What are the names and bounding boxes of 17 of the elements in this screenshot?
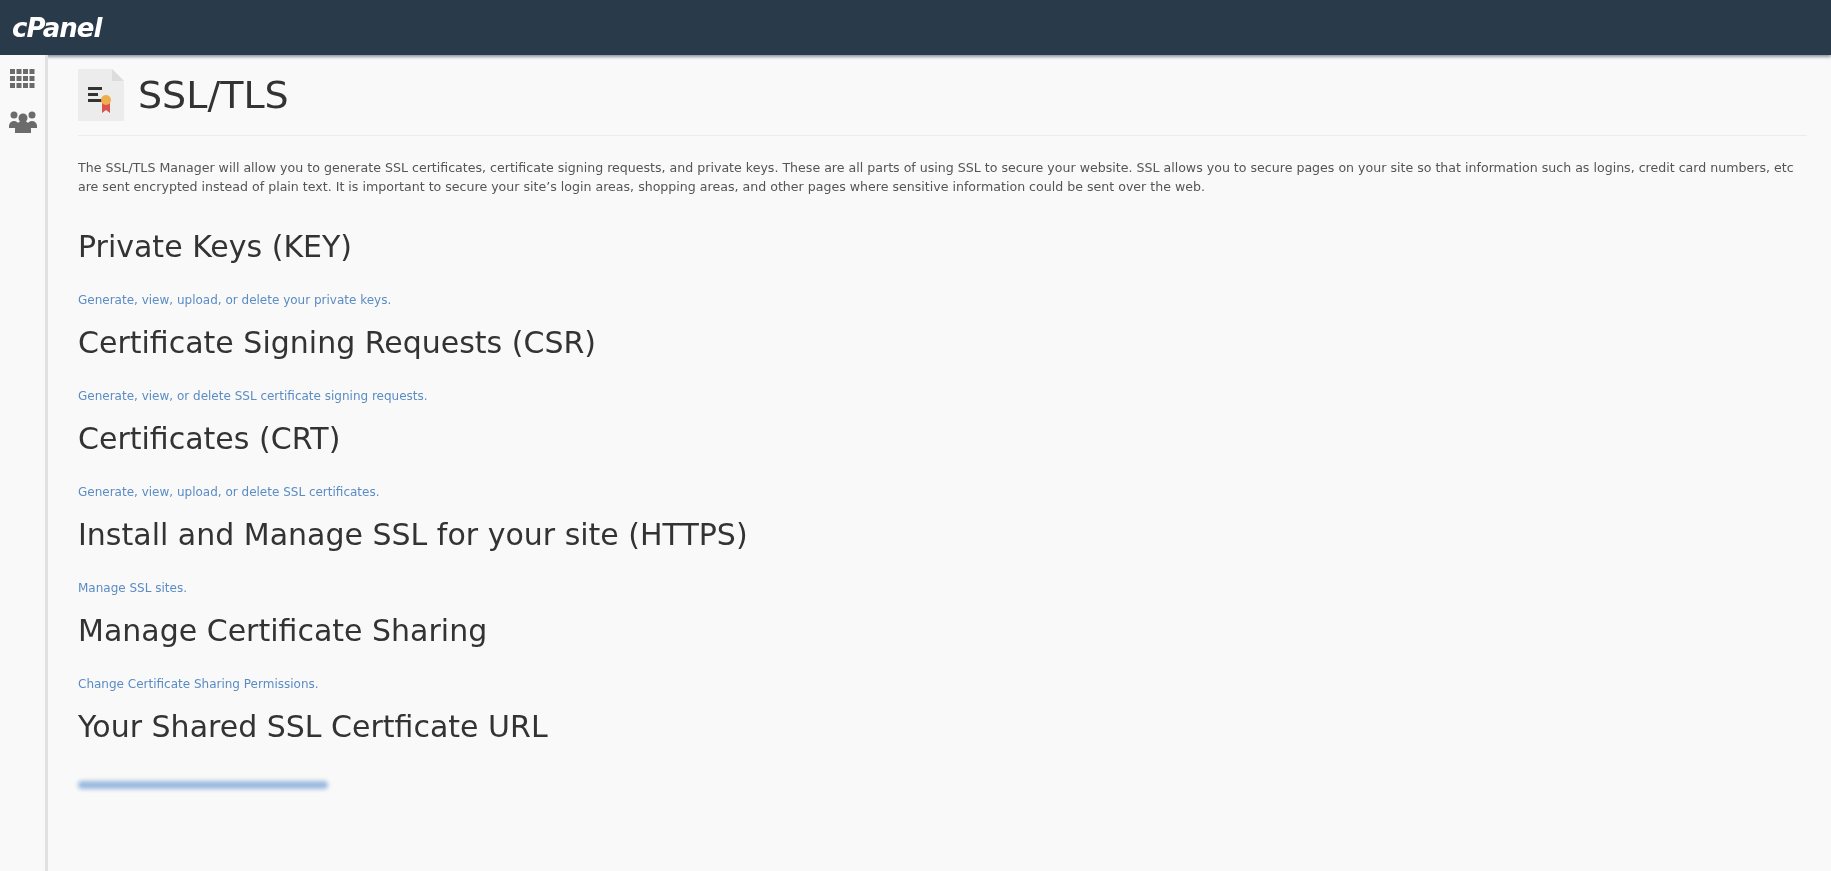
certificate-icon	[78, 69, 124, 121]
description-paragraph: The SSL/TLS Manager will allow you to generate SSL certificates, certificate signing requests, and private keys. These are all parts of using SSL to secure your website. SSL allows you to secure pages on your site so that information such as logins, credit card numbers, etc are sent encrypted instead of plain text. It is important to secure your site’s login areas, shopping areas, and other pages where sensitive information could be sent over the web.	[78, 159, 1795, 196]
section-link[interactable]: Generate, view, upload, or delete your private keys.	[78, 293, 392, 307]
section-heading: Manage Certificate Sharing	[78, 612, 489, 650]
section-heading: Your Shared SSL Certficate URL	[78, 708, 549, 746]
apps-grid-icon[interactable]	[9, 69, 36, 89]
users-icon[interactable]	[8, 109, 37, 133]
section-heading: Certificates (CRT)	[78, 420, 342, 458]
page-title: SSL/TLS	[138, 73, 289, 117]
section-heading: Private Keys (KEY)	[78, 228, 354, 266]
section-heading: Certificate Signing Requests (CSR)	[78, 324, 597, 362]
section-link[interactable]: Generate, view, upload, or delete SSL certificates.	[78, 485, 380, 499]
section-link[interactable]: Generate, view, or delete SSL certificate signing requests.	[78, 389, 428, 403]
section-link[interactable]: Change Certificate Sharing Permissions.	[78, 677, 319, 691]
section-link[interactable]: Manage SSL sites.	[78, 581, 187, 595]
section-heading: Install and Manage SSL for your site (HTTPS)	[78, 516, 749, 554]
cpanel-logo[interactable]: cPanel	[12, 12, 102, 43]
